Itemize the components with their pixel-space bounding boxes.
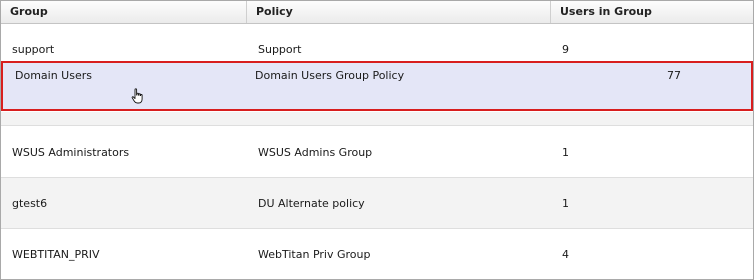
users-count-cell: 1: [562, 197, 569, 210]
column-header-group[interactable]: Group: [1, 1, 247, 23]
group-cell: WSUS Administrators: [12, 146, 130, 159]
column-header-policy[interactable]: Policy: [247, 1, 551, 23]
grid-header: Group Policy Users in Group: [1, 1, 753, 24]
group-cell: WEBTITAN_PRIV: [12, 248, 100, 261]
row-spacer: [1, 112, 753, 125]
table-row[interactable]: WEBTITAN_PRIV WebTitan Priv Group 4: [1, 228, 753, 279]
policy-cell: WebTitan Priv Group: [258, 248, 371, 261]
policy-cell: Support: [258, 43, 302, 56]
table-row[interactable]: WSUS Administrators WSUS Admins Group 1: [1, 125, 753, 177]
policy-cell: Domain Users Group Policy: [255, 69, 405, 82]
group-cell: gtest6: [12, 197, 48, 210]
group-cell: Domain Users: [15, 69, 92, 82]
table-row[interactable]: support Support 9: [1, 24, 753, 60]
hand-pointer-icon: [131, 88, 143, 104]
column-header-users[interactable]: Users in Group: [551, 1, 753, 23]
users-count-cell: 1: [562, 146, 569, 159]
policy-cell: DU Alternate policy: [258, 197, 365, 210]
table-row[interactable]: gtest6 DU Alternate policy 1: [1, 177, 753, 228]
groups-policy-grid: Group Policy Users in Group support Supp…: [0, 0, 754, 280]
users-count-cell: 77: [667, 69, 681, 82]
table-row-selected[interactable]: Domain Users Domain Users Group Policy 7…: [1, 61, 753, 111]
policy-cell: WSUS Admins Group: [258, 146, 373, 159]
users-count-cell: 9: [562, 43, 569, 56]
users-count-cell: 4: [562, 248, 569, 261]
group-cell: support: [12, 43, 55, 56]
